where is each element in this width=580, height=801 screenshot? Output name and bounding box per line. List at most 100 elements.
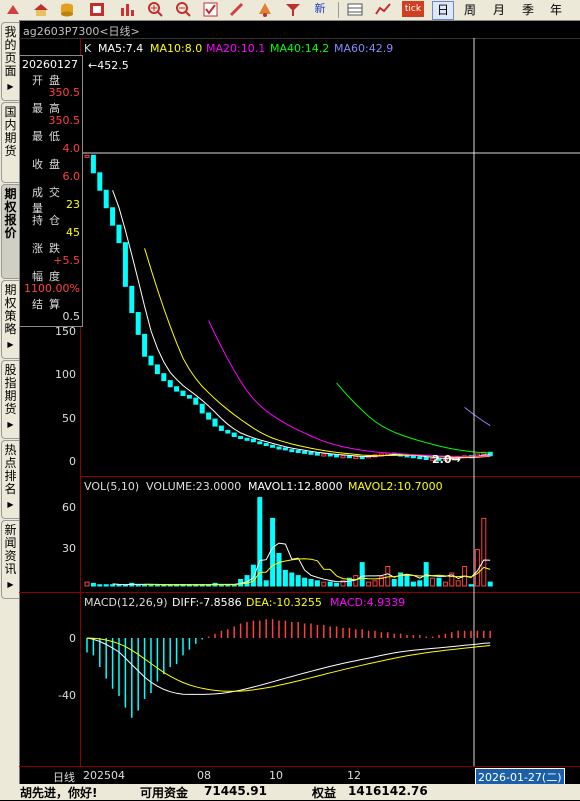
ma10-line bbox=[144, 248, 491, 459]
price-candle bbox=[276, 446, 282, 450]
chart-canvas[interactable] bbox=[81, 38, 580, 766]
volume-bar bbox=[410, 581, 416, 587]
price-candle bbox=[238, 436, 244, 440]
tab-label: 季 bbox=[521, 3, 534, 17]
tab-period-week[interactable]: 周 bbox=[459, 1, 481, 20]
price-candle bbox=[161, 373, 167, 382]
period-label: 日线 bbox=[53, 771, 75, 784]
tab-period-year[interactable]: 年 bbox=[545, 1, 567, 20]
ma20-line bbox=[208, 320, 491, 457]
price-candle bbox=[206, 412, 212, 420]
checkbox-icon[interactable] bbox=[202, 2, 220, 17]
tab-label: 周 bbox=[463, 3, 476, 17]
price-y-tick: 0 bbox=[69, 455, 76, 468]
zoom-in-icon[interactable] bbox=[146, 2, 164, 17]
volume-bar bbox=[321, 581, 327, 587]
macd-y-tick: 0 bbox=[69, 632, 76, 645]
volume-bar bbox=[103, 584, 109, 587]
volume-bar bbox=[327, 581, 333, 587]
volume-bar bbox=[442, 581, 448, 587]
new-button[interactable]: 新 bbox=[309, 1, 331, 17]
arrow-icon[interactable] bbox=[4, 2, 22, 17]
info-label: 收盘 bbox=[32, 158, 66, 171]
zoom-out-icon[interactable] bbox=[174, 2, 192, 17]
tab-option-quotes[interactable]: 期权报价 bbox=[1, 184, 19, 279]
tab-index-futures[interactable]: 股指期货 ▶ bbox=[1, 360, 19, 439]
price-candle bbox=[110, 207, 116, 226]
macd-dea-line bbox=[86, 637, 491, 692]
date-axis: 日线 202504 08 10 12 2026-01-27(二) bbox=[19, 766, 580, 786]
tab-my-page[interactable]: 我的页面 ▶ bbox=[1, 22, 19, 101]
volume-bar bbox=[250, 564, 256, 587]
database-icon[interactable] bbox=[58, 2, 76, 17]
home-icon[interactable] bbox=[32, 2, 50, 17]
tab-period-month[interactable]: 月 bbox=[488, 1, 510, 20]
tab-label: 股指期货 bbox=[4, 363, 17, 416]
tick-button[interactable]: tick bbox=[402, 1, 424, 17]
price-candle bbox=[289, 449, 295, 453]
bell-icon[interactable] bbox=[256, 2, 274, 17]
info-value: 6.0 bbox=[62, 170, 81, 183]
price-candle bbox=[257, 441, 263, 445]
price-candle bbox=[199, 403, 205, 414]
bar-chart-icon[interactable] bbox=[118, 2, 136, 17]
volume-bar bbox=[487, 581, 493, 587]
pencil-icon[interactable] bbox=[228, 2, 246, 17]
volume-bar bbox=[417, 580, 423, 587]
price-y-tick: 100 bbox=[55, 368, 76, 381]
left-tab-strip: 我的页面 ▶ 国内期货 期权报价 期权策略 ▶ 股指期货 ▶ 热点排名 ▶ 新闻资讯 ▶ bbox=[0, 20, 20, 786]
tab-period-quarter[interactable]: 季 bbox=[517, 1, 539, 20]
filter-icon[interactable] bbox=[284, 2, 302, 17]
price-candle bbox=[423, 457, 429, 461]
volume-bar bbox=[481, 517, 487, 587]
tab-option-strategy[interactable]: 期权策略 ▶ bbox=[1, 280, 19, 359]
line-chart-icon[interactable] bbox=[374, 2, 392, 17]
high-price-label: ←452.5 bbox=[88, 59, 129, 72]
high-price-value: 452.5 bbox=[97, 59, 129, 72]
volume-bar bbox=[90, 582, 96, 587]
date-tick: 08 bbox=[197, 769, 211, 782]
price-candle bbox=[250, 438, 256, 443]
tab-news[interactable]: 新闻资讯 ▶ bbox=[1, 520, 19, 599]
tab-label: 热点排名 bbox=[4, 443, 17, 496]
arrow-right-icon: ▶ bbox=[7, 82, 14, 91]
volume-bar bbox=[372, 580, 378, 587]
price-candle bbox=[295, 450, 301, 454]
new-label: 新 bbox=[314, 2, 326, 15]
tab-label: 日 bbox=[436, 3, 449, 17]
greeting: 胡先进，你好! bbox=[20, 786, 98, 800]
price-candle bbox=[212, 418, 218, 427]
volume-bar bbox=[302, 577, 308, 587]
info-value: 350.5 bbox=[48, 86, 81, 99]
arrow-right-icon: ▶ bbox=[7, 420, 14, 429]
vol-y-tick: 30 bbox=[62, 542, 76, 555]
info-date: 20260127 bbox=[22, 58, 78, 71]
table-icon[interactable] bbox=[346, 2, 364, 17]
price-y-tick: 50 bbox=[62, 412, 76, 425]
ma40-line bbox=[336, 382, 491, 454]
tab-domestic-futures[interactable]: 国内期货 bbox=[1, 102, 19, 183]
price-candle bbox=[346, 455, 352, 459]
price-candle bbox=[314, 452, 320, 456]
tab-hot-ranking[interactable]: 热点排名 ▶ bbox=[1, 440, 19, 519]
volume-bar bbox=[282, 569, 288, 587]
price-candle bbox=[218, 425, 224, 431]
chart-title-bar: ag2603P7300<日线> bbox=[19, 20, 580, 39]
tick-label: tick bbox=[404, 4, 422, 14]
low-price-value: 2.0 bbox=[432, 453, 452, 466]
funds-value: 71445.91 bbox=[204, 784, 268, 798]
toolbar: 新 tick 日 周 月 季 年 bbox=[0, 0, 580, 21]
tab-period-day[interactable]: 日 bbox=[432, 1, 454, 20]
price-candle bbox=[353, 456, 359, 460]
tab-label: 年 bbox=[549, 3, 562, 17]
volume-bar bbox=[295, 575, 301, 587]
tab-label: 国内期货 bbox=[4, 105, 17, 158]
chart-book-icon[interactable] bbox=[88, 2, 106, 17]
price-candle bbox=[180, 390, 186, 396]
toolbar-separator bbox=[338, 2, 339, 18]
info-label: 结算 bbox=[32, 298, 66, 311]
volume-bar bbox=[468, 584, 474, 587]
arrow-right-icon: ▶ bbox=[7, 500, 14, 509]
price-candle bbox=[263, 443, 269, 447]
price-candle bbox=[135, 312, 141, 335]
